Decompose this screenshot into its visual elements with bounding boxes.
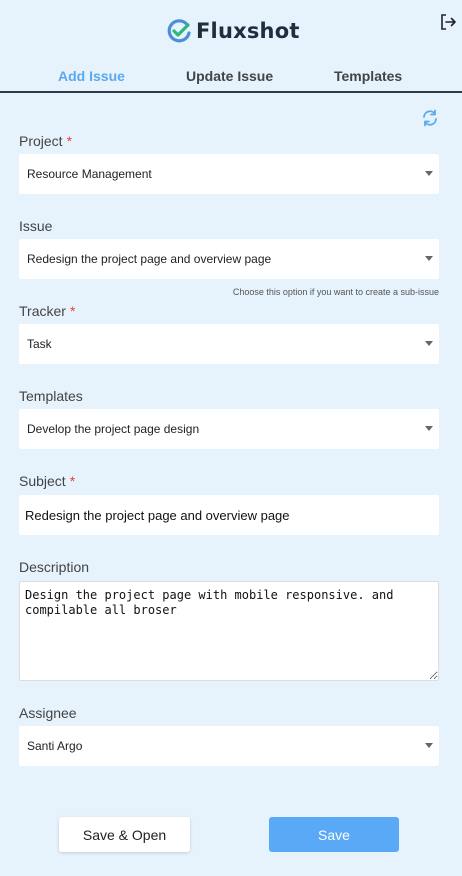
assignee-select[interactable]: Santi Argo — [19, 726, 439, 766]
tab-templates[interactable]: Templates — [334, 68, 402, 84]
subject-input[interactable] — [19, 495, 439, 535]
fluxshot-logo-icon — [167, 19, 191, 43]
save-and-open-button[interactable]: Save & Open — [59, 817, 190, 852]
issue-select-value: Redesign the project page and overview p… — [27, 252, 272, 266]
description-textarea[interactable]: Design the project page with mobile resp… — [19, 581, 439, 681]
subject-label-text: Subject — [19, 473, 66, 489]
chevron-down-icon — [425, 743, 433, 748]
app-header: Fluxshot — [0, 0, 462, 60]
required-mark: * — [66, 133, 73, 149]
app-name: Fluxshot — [196, 19, 300, 43]
tracker-label-text: Tracker — [19, 303, 66, 319]
templates-select[interactable]: Develop the project page design — [19, 409, 439, 449]
refresh-icon[interactable] — [420, 108, 440, 128]
required-mark: * — [69, 473, 76, 489]
project-label: Project * — [19, 133, 72, 149]
required-mark: * — [69, 303, 76, 319]
description-label: Description — [19, 559, 89, 575]
logout-icon[interactable] — [438, 12, 458, 32]
issue-label-text: Issue — [19, 218, 53, 234]
app-logo: Fluxshot — [166, 17, 300, 45]
chevron-down-icon — [425, 171, 433, 176]
project-select[interactable]: Resource Management — [19, 154, 439, 194]
tracker-label: Tracker * — [19, 303, 75, 319]
tracker-select[interactable]: Task — [19, 324, 439, 364]
assignee-select-value: Santi Argo — [27, 739, 83, 753]
tracker-select-value: Task — [27, 337, 52, 351]
issue-hint: Choose this option if you want to create… — [232, 287, 439, 297]
chevron-down-icon — [425, 341, 433, 346]
tab-add-issue[interactable]: Add Issue — [58, 68, 125, 84]
issue-select[interactable]: Redesign the project page and overview p… — [19, 239, 439, 279]
chevron-down-icon — [425, 256, 433, 261]
templates-label: Templates — [19, 388, 83, 404]
subject-label: Subject * — [19, 473, 75, 489]
assignee-label-text: Assignee — [19, 705, 77, 721]
description-label-text: Description — [19, 559, 90, 575]
issue-label: Issue — [19, 218, 52, 234]
templates-label-text: Templates — [19, 388, 83, 404]
assignee-label: Assignee — [19, 705, 77, 721]
save-button[interactable]: Save — [269, 817, 399, 852]
project-label-text: Project — [19, 133, 63, 149]
project-select-value: Resource Management — [27, 167, 152, 181]
tab-bar: Add Issue Update Issue Templates — [0, 60, 462, 93]
chevron-down-icon — [425, 426, 433, 431]
tab-update-issue[interactable]: Update Issue — [186, 68, 273, 84]
templates-select-value: Develop the project page design — [27, 422, 200, 436]
